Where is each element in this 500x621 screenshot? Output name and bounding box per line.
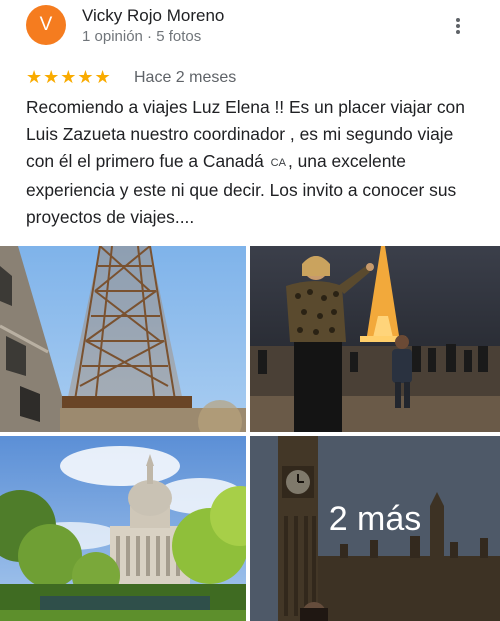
photo-woman-eiffel-night[interactable] bbox=[250, 246, 500, 432]
star-rating: ★★★★★ bbox=[26, 67, 112, 87]
reviewer-name[interactable]: Vicky Rojo Moreno bbox=[82, 6, 224, 26]
avatar[interactable]: V bbox=[26, 5, 66, 45]
photo-big-ben[interactable]: 2 más bbox=[250, 436, 500, 621]
photo-st-pauls-cathedral[interactable] bbox=[0, 436, 246, 621]
review-time: Hace 2 meses bbox=[134, 69, 237, 86]
more-vert-icon[interactable] bbox=[444, 12, 472, 40]
reviewer-meta: 1 opinión · 5 fotos bbox=[82, 28, 202, 45]
flag-icon: CA bbox=[270, 157, 286, 169]
review-header: V Vicky Rojo Moreno 1 opinión · 5 fotos bbox=[0, 0, 500, 60]
photo-eiffel-tower[interactable] bbox=[0, 246, 246, 432]
review-text: Recomiendo a viajes Luz Elena !! Es un p… bbox=[26, 94, 486, 231]
more-photos-label[interactable]: 2 más bbox=[250, 500, 500, 539]
photo-grid: 2 más bbox=[0, 246, 500, 621]
